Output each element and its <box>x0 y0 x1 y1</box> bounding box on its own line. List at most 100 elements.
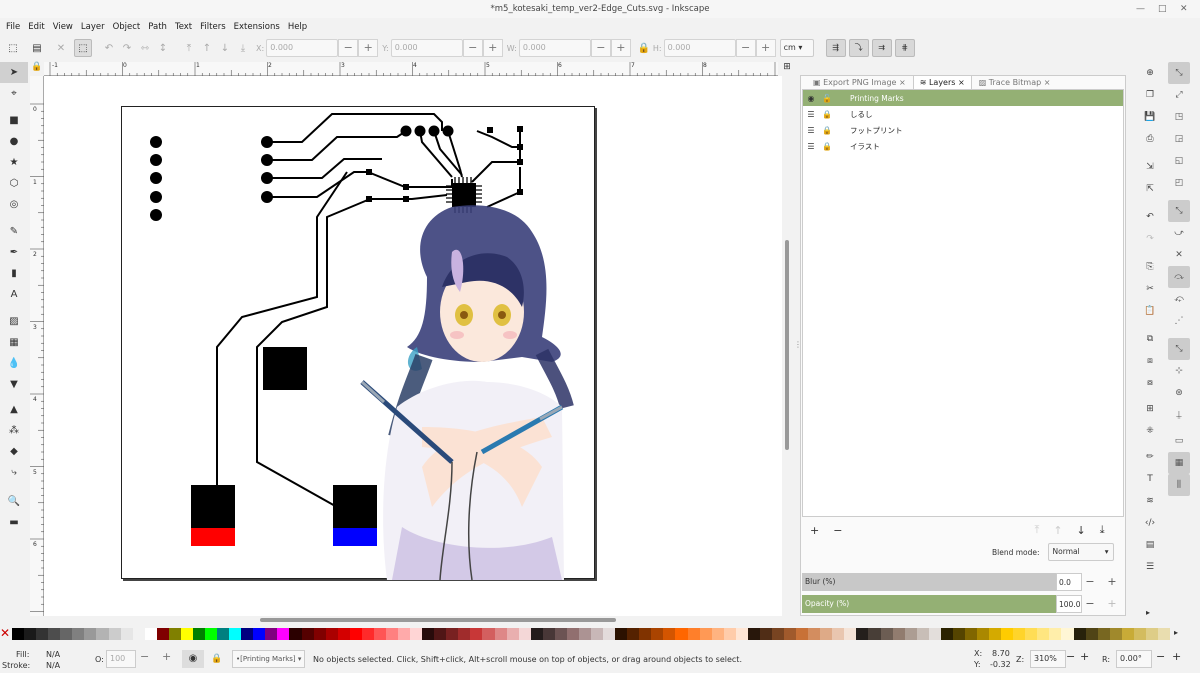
color-swatch[interactable] <box>723 628 736 640</box>
ungroup-icon[interactable]: ⁜ <box>1140 420 1160 442</box>
color-swatch[interactable] <box>422 628 435 640</box>
color-swatch[interactable] <box>868 628 881 640</box>
color-swatch[interactable] <box>1013 628 1026 640</box>
deselect-icon[interactable]: ✕ <box>52 39 70 57</box>
no-paint-icon[interactable]: ✕ <box>0 626 12 640</box>
color-swatch[interactable] <box>36 628 49 640</box>
paste-icon[interactable]: 📋 <box>1140 300 1160 322</box>
snap-smooth-icon[interactable]: ⤽ <box>1168 288 1190 310</box>
color-swatch[interactable] <box>1133 628 1146 640</box>
color-swatch[interactable] <box>156 628 169 640</box>
select-all-icon[interactable]: ⬚ <box>4 39 22 57</box>
group-icon[interactable]: ⊞ <box>1140 398 1160 420</box>
tab-export-png-close-icon[interactable]: × <box>899 78 906 87</box>
opacity-plus-button[interactable]: + <box>162 650 171 663</box>
cut-icon[interactable]: ✂ <box>1140 278 1160 300</box>
color-swatch[interactable] <box>494 628 507 640</box>
zoom-input[interactable]: 310% <box>1030 650 1066 668</box>
visibility-eye-icon[interactable]: ◉ <box>803 94 819 103</box>
opacity-plus-button[interactable]: + <box>1102 595 1122 613</box>
snap-nodes-icon[interactable]: ⤡ <box>1168 200 1190 222</box>
opacity-minus-button[interactable]: − <box>140 650 149 663</box>
x-minus-button[interactable]: − <box>338 39 359 57</box>
transform-patterns-icon[interactable]: ⋕ <box>894 39 915 57</box>
color-swatch[interactable] <box>892 628 905 640</box>
color-swatch[interactable] <box>470 628 483 640</box>
clone-icon[interactable]: ⧇ <box>1140 372 1160 394</box>
horizontal-scrollbar[interactable] <box>260 618 616 622</box>
gradient-tool-icon[interactable]: ▨ <box>0 311 28 332</box>
color-swatch[interactable] <box>771 628 784 640</box>
color-swatch[interactable] <box>410 628 423 640</box>
flip-vertical-icon[interactable]: ↕ <box>154 39 172 57</box>
color-swatch[interactable] <box>446 628 459 640</box>
color-swatch[interactable] <box>699 628 712 640</box>
color-swatch[interactable] <box>1097 628 1110 640</box>
tweak-tool-icon[interactable]: ▲ <box>0 399 28 420</box>
color-swatch[interactable] <box>398 628 411 640</box>
snap-guide-icon[interactable]: ⫼ <box>1168 474 1190 496</box>
raise-icon[interactable]: ↑ <box>198 39 216 57</box>
color-swatch[interactable] <box>301 628 314 640</box>
close-icon[interactable]: ✕ <box>1180 0 1188 18</box>
color-swatch[interactable] <box>940 628 953 640</box>
color-swatch[interactable] <box>96 628 109 640</box>
ruler-corner-lock-icon[interactable]: 🔒 <box>30 62 44 76</box>
color-swatch[interactable] <box>361 628 374 640</box>
dropper-tool-icon[interactable]: 💧 <box>0 353 28 374</box>
lock-ratio-icon[interactable]: 🔒 <box>635 39 653 57</box>
color-swatch[interactable] <box>687 628 700 640</box>
minimize-icon[interactable]: — <box>1136 0 1145 18</box>
vertical-scrollbar[interactable] <box>785 240 789 450</box>
color-swatch[interactable] <box>904 628 917 640</box>
snap-midpoints-icon[interactable]: ⋰ <box>1168 310 1190 332</box>
color-swatch[interactable] <box>337 628 350 640</box>
snap-bbox-midpoints-icon[interactable]: ◱ <box>1168 150 1190 172</box>
color-swatch[interactable] <box>928 628 941 640</box>
color-swatch[interactable] <box>820 628 833 640</box>
rulers-toggle-icon[interactable]: ⊞ <box>780 62 794 76</box>
layer-row[interactable]: ☰ 🔒 しるし <box>803 106 1123 122</box>
color-swatch[interactable] <box>627 628 640 640</box>
layer-to-bottom-icon[interactable]: ⤓ <box>1100 523 1105 537</box>
color-swatch[interactable] <box>373 628 386 640</box>
redo-icon[interactable]: ↷ <box>1140 228 1160 250</box>
layers-icon[interactable]: ≋ <box>1140 490 1160 512</box>
menu-file[interactable]: File <box>2 22 24 32</box>
zoom-tool-icon[interactable]: 🔍 <box>0 491 28 512</box>
color-swatch[interactable] <box>289 628 302 640</box>
xml-editor-icon[interactable]: ‹/› <box>1140 512 1160 534</box>
rotation-plus-button[interactable]: + <box>1172 650 1181 663</box>
color-swatch[interactable] <box>844 628 857 640</box>
color-swatch[interactable] <box>578 628 591 640</box>
color-swatch[interactable] <box>735 628 748 640</box>
color-swatch[interactable] <box>964 628 977 640</box>
h-input[interactable]: 0.000 <box>663 39 736 57</box>
color-swatch[interactable] <box>989 628 1002 640</box>
color-swatch[interactable] <box>796 628 809 640</box>
tab-export-png[interactable]: ▣ Export PNG Image × <box>806 75 913 89</box>
raise-to-top-icon[interactable]: ⤒ <box>180 39 198 57</box>
color-swatch[interactable] <box>48 628 61 640</box>
rectangle-tool-icon[interactable]: ■ <box>0 110 28 131</box>
lock-icon[interactable]: 🔒 <box>819 110 835 119</box>
color-swatch[interactable] <box>144 628 157 640</box>
zoom-minus-button[interactable]: − <box>1066 650 1075 663</box>
color-swatch[interactable] <box>518 628 531 640</box>
node-tool-icon[interactable]: ⌖ <box>0 83 28 104</box>
lock-icon[interactable]: 🔒 <box>819 142 835 151</box>
current-layer-select[interactable]: •[Printing Marks] ▾ <box>232 650 306 668</box>
fill-stroke-icon[interactable]: ✏ <box>1140 446 1160 468</box>
menu-text[interactable]: Text <box>171 22 196 32</box>
unit-select[interactable]: cm ▾ <box>779 39 814 57</box>
w-plus-button[interactable]: + <box>610 39 631 57</box>
flip-horizontal-icon[interactable]: ⇿ <box>136 39 154 57</box>
copy-icon[interactable]: ⎘ <box>1140 256 1160 278</box>
tab-layers-close-icon[interactable]: × <box>958 78 965 87</box>
color-swatch[interactable] <box>434 628 447 640</box>
menu-extensions[interactable]: Extensions <box>230 22 284 32</box>
expand-commands-icon[interactable]: ▸ <box>1146 608 1150 617</box>
spiral-tool-icon[interactable]: ◎ <box>0 194 28 215</box>
scale-stroke-icon[interactable]: ⇶ <box>825 39 846 57</box>
measure-tool-icon[interactable]: ▬ <box>0 512 28 533</box>
